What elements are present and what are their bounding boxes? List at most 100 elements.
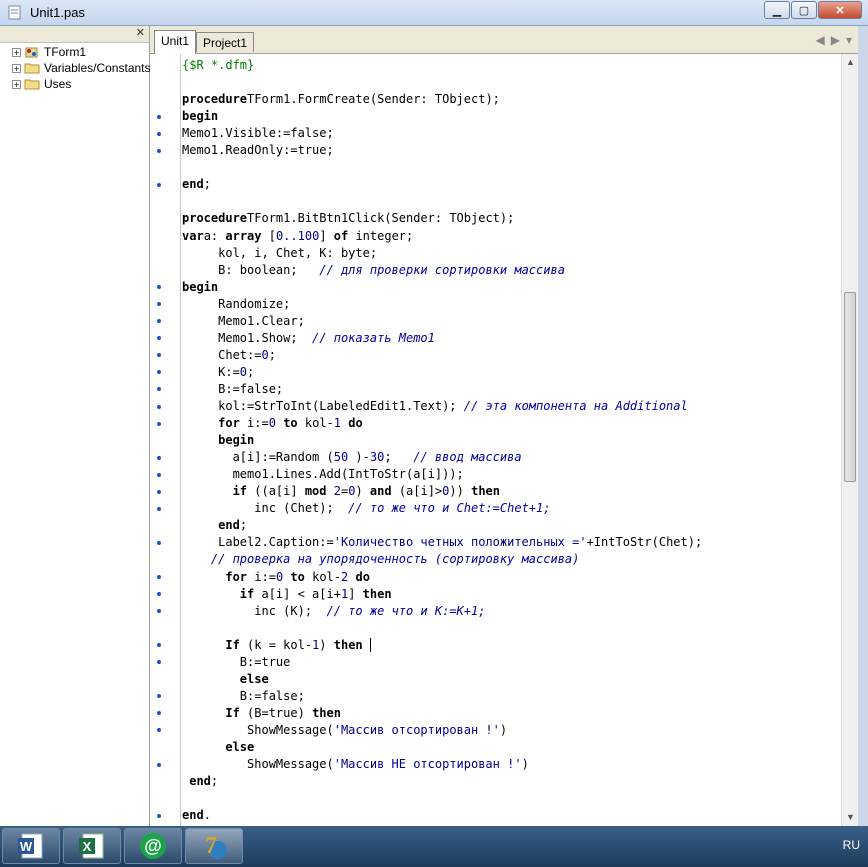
code-line[interactable]: B:=false; bbox=[182, 688, 305, 705]
code-line[interactable]: Randomize; bbox=[182, 296, 290, 313]
breakpoint-marker-icon[interactable] bbox=[157, 728, 161, 733]
code-line[interactable]: B: boolean; // для проверки сортировки м… bbox=[182, 262, 565, 279]
taskbar-excel-button[interactable]: X bbox=[63, 828, 121, 864]
code-line[interactable]: ShowMessage('Массив НЕ отсортирован !') bbox=[182, 756, 529, 773]
code-line[interactable]: for i:=0 to kol-1 do bbox=[182, 415, 363, 432]
code-line[interactable]: Memo1.ReadOnly:=true; bbox=[182, 142, 334, 159]
tab-project1[interactable]: Project1 bbox=[196, 32, 255, 52]
breakpoint-marker-icon[interactable] bbox=[157, 131, 161, 136]
breakpoint-marker-icon[interactable] bbox=[157, 660, 161, 665]
breakpoint-marker-icon[interactable] bbox=[157, 370, 161, 375]
tab-unit1[interactable]: Unit1 bbox=[154, 30, 197, 54]
code-editor[interactable]: {$R *.dfm} procedureTForm1.FormCreate(Sen… bbox=[150, 54, 841, 826]
tree-item-label: TForm1 bbox=[44, 45, 86, 59]
scroll-down-icon[interactable]: ▼ bbox=[842, 809, 859, 826]
mail-agent-icon: @ bbox=[140, 833, 166, 859]
language-indicator[interactable]: RU bbox=[843, 838, 860, 852]
code-line[interactable]: If (B=true) then bbox=[182, 705, 341, 722]
folder-icon bbox=[24, 63, 40, 74]
scroll-up-icon[interactable]: ▲ bbox=[842, 54, 859, 71]
breakpoint-marker-icon[interactable] bbox=[157, 762, 161, 767]
code-line[interactable]: {$R *.dfm} bbox=[182, 57, 254, 74]
code-line[interactable]: inc (Chet); // то же что и Chet:=Chet+1; bbox=[182, 500, 550, 517]
code-line[interactable]: procedureTForm1.BitBtn1Click(Sender: TOb… bbox=[182, 210, 514, 227]
breakpoint-marker-icon[interactable] bbox=[157, 643, 161, 648]
code-line[interactable]: B:=false; bbox=[182, 381, 283, 398]
breakpoint-marker-icon[interactable] bbox=[157, 285, 161, 290]
dropdown-icon[interactable]: ▾ bbox=[846, 33, 858, 47]
tree-item-label: Uses bbox=[44, 77, 72, 91]
breakpoint-marker-icon[interactable] bbox=[157, 540, 161, 545]
code-line[interactable]: Chet:=0; bbox=[182, 347, 276, 364]
code-line[interactable]: inc (K); // то же что и K:=K+1; bbox=[182, 603, 485, 620]
expand-icon[interactable]: + bbox=[12, 79, 21, 89]
breakpoint-marker-icon[interactable] bbox=[157, 114, 161, 119]
taskbar-delphi-button[interactable]: 7 bbox=[185, 828, 243, 864]
breakpoint-marker-icon[interactable] bbox=[157, 711, 161, 716]
breakpoint-marker-icon[interactable] bbox=[157, 182, 161, 187]
close-button[interactable]: ✕ bbox=[818, 1, 862, 19]
tree-item-uses[interactable]: + Uses bbox=[12, 76, 71, 92]
code-line[interactable]: memo1.Lines.Add(IntToStr(a[i])); bbox=[182, 466, 464, 483]
code-line[interactable]: // проверка на упорядоченность (сортиров… bbox=[182, 551, 579, 568]
code-line[interactable]: if ((a[i] mod 2=0) and (a[i]>0)) then bbox=[182, 483, 500, 500]
navigation-arrows[interactable]: ◀▶▾ bbox=[816, 33, 859, 47]
code-line[interactable]: end; bbox=[182, 517, 247, 534]
back-arrow-icon[interactable]: ◀ bbox=[816, 33, 831, 47]
breakpoint-marker-icon[interactable] bbox=[157, 336, 161, 341]
code-line[interactable]: kol, i, Chet, K: byte; bbox=[182, 245, 377, 262]
window-frame bbox=[858, 26, 868, 826]
code-line[interactable]: a[i]:=Random (50 )-30; // ввод массива bbox=[182, 449, 522, 466]
code-line[interactable]: end; bbox=[182, 773, 218, 790]
breakpoint-marker-icon[interactable] bbox=[157, 489, 161, 494]
breakpoint-marker-icon[interactable] bbox=[157, 404, 161, 409]
taskbar-mail-agent-button[interactable]: @ bbox=[124, 828, 182, 864]
code-line[interactable]: if a[i] < a[i+1] then bbox=[182, 586, 392, 603]
forward-arrow-icon[interactable]: ▶ bbox=[831, 33, 846, 47]
code-line[interactable]: begin bbox=[182, 279, 218, 296]
breakpoint-marker-icon[interactable] bbox=[157, 609, 161, 614]
breakpoint-marker-icon[interactable] bbox=[157, 455, 161, 460]
breakpoint-marker-icon[interactable] bbox=[157, 387, 161, 392]
breakpoint-marker-icon[interactable] bbox=[157, 472, 161, 477]
code-line[interactable]: ShowMessage('Массив отсортирован !') bbox=[182, 722, 507, 739]
panel-close-icon[interactable]: ✕ bbox=[136, 26, 145, 39]
code-line[interactable]: else bbox=[182, 739, 254, 756]
maximize-button[interactable]: ▢ bbox=[791, 1, 817, 19]
code-line[interactable]: Memo1.Show; // показать Memo1 bbox=[182, 330, 435, 347]
code-line[interactable]: for i:=0 to kol-2 do bbox=[182, 569, 370, 586]
breakpoint-marker-icon[interactable] bbox=[157, 148, 161, 153]
tree-item-tform1[interactable]: + TForm1 bbox=[12, 44, 86, 60]
expand-icon[interactable]: + bbox=[12, 47, 21, 57]
minimize-button[interactable]: ▁ bbox=[764, 1, 790, 19]
minimize-icon: ▁ bbox=[772, 4, 782, 17]
code-line[interactable]: end; bbox=[182, 176, 211, 193]
code-line[interactable]: Memo1.Clear; bbox=[182, 313, 305, 330]
code-line[interactable]: If (k = kol-1) then bbox=[182, 637, 371, 654]
taskbar-word-button[interactable]: W bbox=[2, 828, 60, 864]
breakpoint-marker-icon[interactable] bbox=[157, 575, 161, 579]
breakpoint-marker-icon[interactable] bbox=[157, 813, 161, 818]
code-line[interactable]: begin bbox=[182, 432, 254, 449]
breakpoint-marker-icon[interactable] bbox=[157, 506, 161, 511]
code-line[interactable]: K:=0; bbox=[182, 364, 254, 381]
breakpoint-marker-icon[interactable] bbox=[157, 319, 161, 324]
breakpoint-marker-icon[interactable] bbox=[157, 592, 161, 597]
breakpoint-marker-icon[interactable] bbox=[157, 421, 161, 426]
tree-item-variables-constants[interactable]: + Variables/Constants bbox=[12, 60, 151, 76]
vertical-scrollbar[interactable]: ▲ ▼ bbox=[841, 54, 858, 826]
code-line[interactable]: vara: array [0..100] of integer; bbox=[182, 228, 413, 245]
code-line[interactable]: Memo1.Visible:=false; bbox=[182, 125, 334, 142]
code-line[interactable]: else bbox=[182, 671, 269, 688]
scroll-thumb[interactable] bbox=[844, 292, 856, 482]
code-line[interactable]: Label2.Caption:='Количество четных полож… bbox=[182, 534, 702, 551]
breakpoint-marker-icon[interactable] bbox=[157, 353, 161, 358]
code-line[interactable]: end. bbox=[182, 807, 211, 824]
expand-icon[interactable]: + bbox=[12, 63, 21, 73]
code-line[interactable]: procedureTForm1.FormCreate(Sender: TObje… bbox=[182, 91, 500, 108]
code-line[interactable]: B:=true bbox=[182, 654, 291, 671]
code-line[interactable]: kol:=StrToInt(LabeledEdit1.Text); // эта… bbox=[182, 398, 688, 415]
code-line[interactable]: begin bbox=[182, 108, 218, 125]
breakpoint-marker-icon[interactable] bbox=[157, 694, 161, 699]
breakpoint-marker-icon[interactable] bbox=[157, 302, 161, 307]
